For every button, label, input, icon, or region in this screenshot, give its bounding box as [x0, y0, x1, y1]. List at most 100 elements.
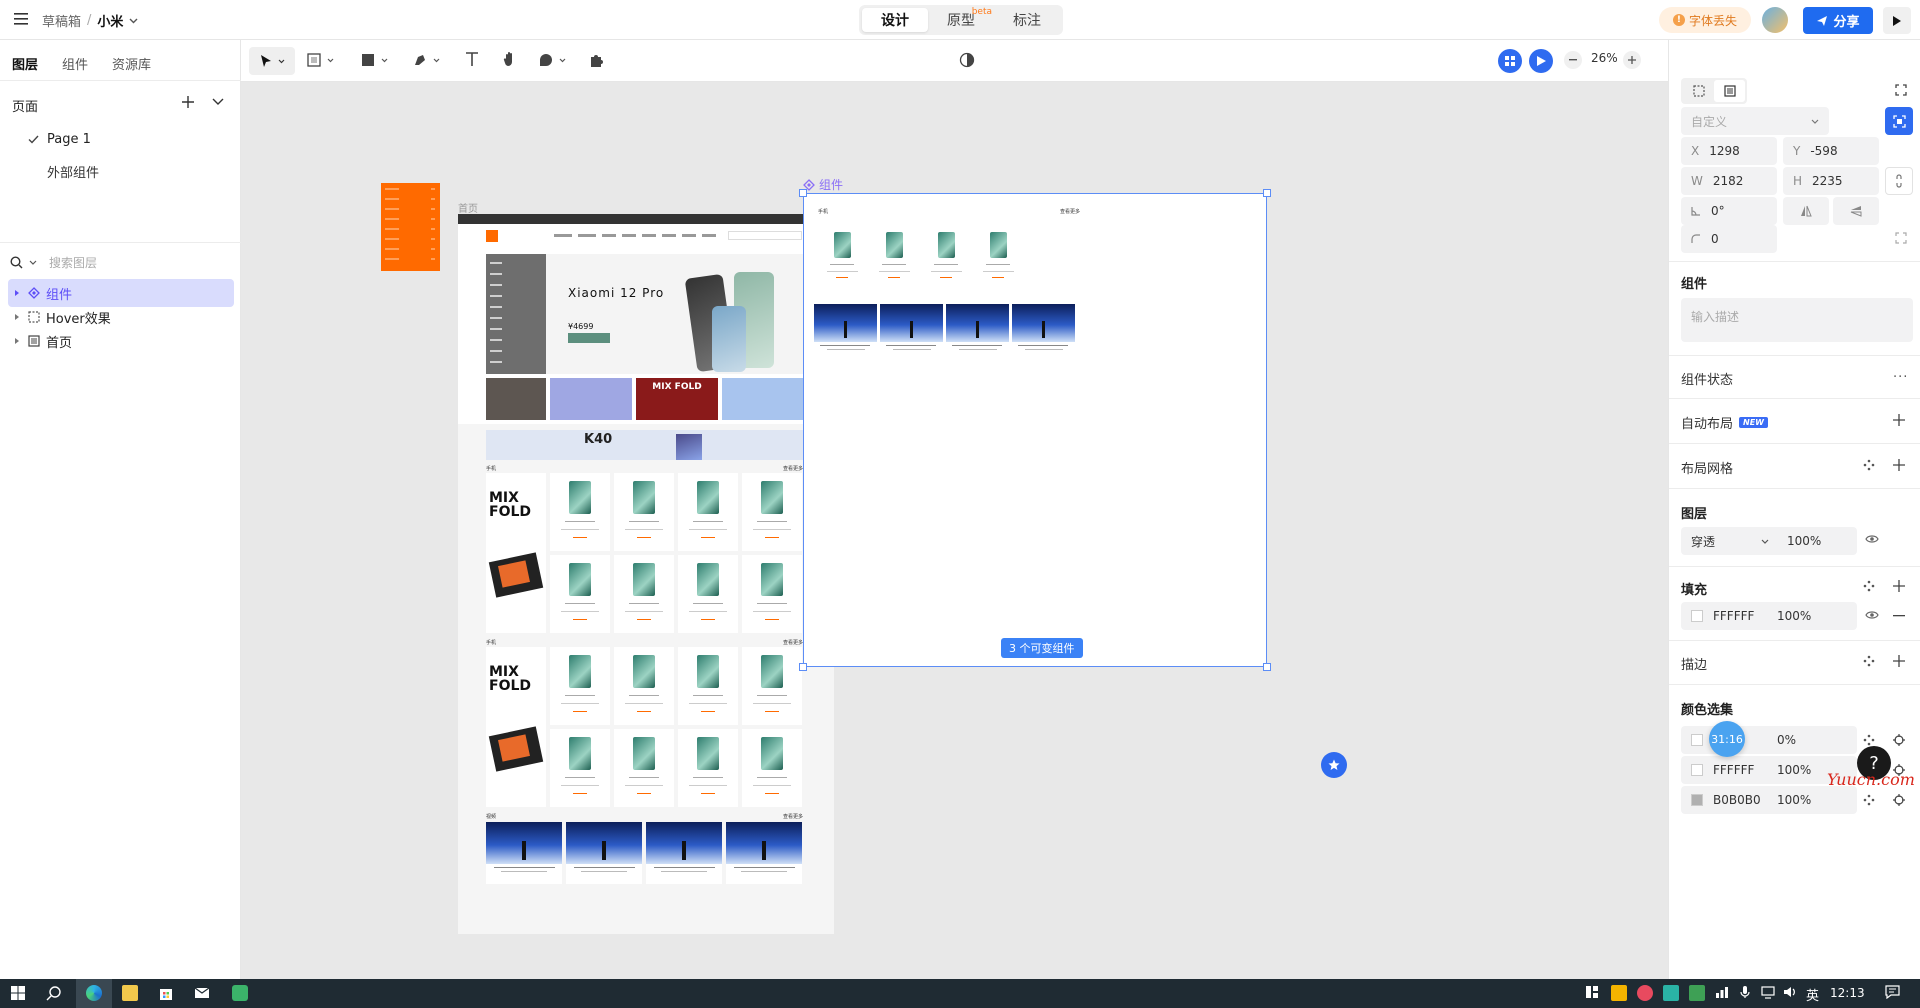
layer-item-home[interactable]: 首页 [8, 327, 234, 355]
multiplayer-button[interactable] [1498, 49, 1522, 73]
tray-icon[interactable] [1663, 985, 1679, 1001]
move-tool[interactable] [249, 47, 295, 75]
tab-assets[interactable]: 资源库 [112, 54, 151, 73]
add-fill-icon[interactable] [1893, 580, 1905, 592]
fit-content-button[interactable] [1885, 107, 1913, 135]
notification-icon[interactable] [1885, 985, 1901, 1001]
plugin-icon[interactable] [589, 52, 604, 67]
style-icon[interactable] [1863, 794, 1875, 806]
store-icon[interactable] [158, 985, 174, 1001]
breadcrumb-root[interactable]: 草稿箱 [42, 11, 81, 30]
hand-tool-icon[interactable] [502, 51, 517, 67]
tab-layers[interactable]: 图层 [12, 54, 38, 73]
eye-icon[interactable] [1865, 534, 1879, 544]
eye-icon[interactable] [1865, 610, 1879, 620]
color-swatch[interactable] [1691, 794, 1703, 806]
tray-icon[interactable] [1611, 985, 1627, 1001]
pen-tool[interactable] [413, 53, 440, 67]
network-icon[interactable] [1715, 985, 1731, 1001]
clock[interactable]: 12:13 [1830, 986, 1865, 1000]
fill-swatch[interactable] [1691, 610, 1703, 622]
tab-annotation[interactable]: 标注 [994, 8, 1060, 32]
color-set-row[interactable]: B0B0B0 100% [1681, 786, 1857, 814]
page-item-page1[interactable]: Page 1 [28, 132, 91, 147]
favorite-button[interactable] [1321, 752, 1347, 778]
search-icon[interactable] [46, 985, 62, 1001]
home-frame[interactable]: Xiaomi 12 Pro ¥4699 MIX FOLD K40 手机 查看更多… [458, 214, 834, 934]
color-swatch[interactable] [1691, 734, 1703, 746]
style-icon[interactable] [1863, 459, 1875, 471]
color-hex[interactable]: FFFFFF [1713, 763, 1777, 777]
x-field[interactable]: X 1298 [1681, 137, 1777, 165]
mail-icon[interactable] [194, 985, 210, 1001]
flip-vertical-button[interactable] [1833, 197, 1879, 225]
color-hex[interactable]: B0B0B0 [1713, 793, 1777, 807]
caret-right-icon[interactable] [14, 313, 20, 321]
blend-mode-select[interactable]: 穿透 100% [1681, 527, 1857, 555]
comment-tool[interactable] [539, 53, 566, 67]
resize-handle[interactable] [1263, 663, 1271, 671]
fill-opacity[interactable]: 100% [1777, 609, 1811, 623]
style-icon[interactable] [1863, 655, 1875, 667]
timer-badge[interactable]: 31:16 [1709, 721, 1745, 757]
fullscreen-icon[interactable] [1895, 84, 1907, 96]
hover-frame[interactable] [381, 183, 440, 271]
frame-label-component[interactable]: 组件 [803, 176, 843, 193]
taskbar-app-edge[interactable] [76, 979, 112, 1008]
app-icon[interactable] [232, 985, 248, 1001]
zoom-out-button[interactable] [1564, 51, 1582, 69]
layer-opacity-value[interactable]: 100% [1787, 534, 1821, 548]
more-icon[interactable]: ··· [1893, 370, 1908, 385]
add-auto-layout-icon[interactable] [1893, 414, 1905, 426]
layer-search[interactable]: 搜索图层 [10, 254, 97, 271]
canvas[interactable]: 首页 Xiaomi 12 Pro ¥4699 MIX FOLD K40 手机 查… [241, 82, 1668, 979]
frame-tool[interactable] [307, 53, 334, 67]
zoom-in-button[interactable] [1623, 51, 1641, 69]
avatar[interactable] [1762, 7, 1788, 33]
text-tool-icon[interactable] [465, 52, 479, 67]
flip-horizontal-button[interactable] [1783, 197, 1829, 225]
rectangle-tool[interactable] [361, 53, 388, 67]
style-icon[interactable] [1863, 580, 1875, 592]
page-item-external[interactable]: 外部组件 [47, 162, 99, 181]
ime-indicator[interactable]: 英 [1806, 985, 1819, 1004]
constrain-proportions-button[interactable] [1885, 167, 1913, 195]
color-swatch[interactable] [1691, 764, 1703, 776]
zoom-level[interactable]: 26% [1591, 51, 1618, 65]
tab-components[interactable]: 组件 [62, 54, 88, 73]
height-field[interactable]: H 2235 [1783, 167, 1879, 195]
add-grid-icon[interactable] [1893, 459, 1905, 471]
chevron-down-icon[interactable] [129, 18, 138, 24]
remove-fill-icon[interactable] [1893, 615, 1905, 617]
play-button[interactable] [1883, 7, 1911, 34]
font-missing-button[interactable]: ! 字体丢失 [1659, 7, 1751, 33]
share-button[interactable]: 分享 [1803, 7, 1873, 34]
preset-select[interactable]: 自定义 [1681, 107, 1829, 135]
style-icon[interactable] [1863, 734, 1875, 746]
component-frame[interactable]: 手机 查看更多 [803, 193, 1267, 667]
color-opacity[interactable]: 0% [1777, 733, 1796, 747]
caret-right-icon[interactable] [14, 337, 20, 345]
radius-field[interactable]: 0 [1681, 225, 1777, 253]
present-button[interactable] [1529, 49, 1553, 73]
frame-label-home[interactable]: 首页 [458, 200, 478, 215]
tab-prototype[interactable]: 原型 beta [928, 7, 994, 32]
target-icon[interactable] [1893, 734, 1905, 746]
resize-handle[interactable] [1263, 189, 1271, 197]
resize-handle[interactable] [799, 663, 807, 671]
description-input[interactable]: 输入描述 [1681, 298, 1913, 342]
file-name[interactable]: 小米 [97, 11, 123, 30]
tab-design[interactable]: 设计 [862, 8, 928, 32]
folder-icon[interactable] [122, 985, 138, 1001]
freeform-option[interactable] [1683, 85, 1714, 97]
color-opacity[interactable]: 100% [1777, 763, 1811, 777]
fill-hex[interactable]: FFFFFF [1713, 609, 1777, 623]
display-icon[interactable] [1761, 985, 1777, 1001]
menu-icon[interactable] [14, 13, 28, 25]
add-page-icon[interactable] [181, 95, 195, 109]
target-icon[interactable] [1893, 794, 1905, 806]
search-input[interactable]: 搜索图层 [49, 254, 97, 271]
tray-icon[interactable] [1637, 985, 1653, 1001]
contrast-icon[interactable] [959, 52, 975, 68]
microphone-icon[interactable] [1739, 985, 1755, 1001]
